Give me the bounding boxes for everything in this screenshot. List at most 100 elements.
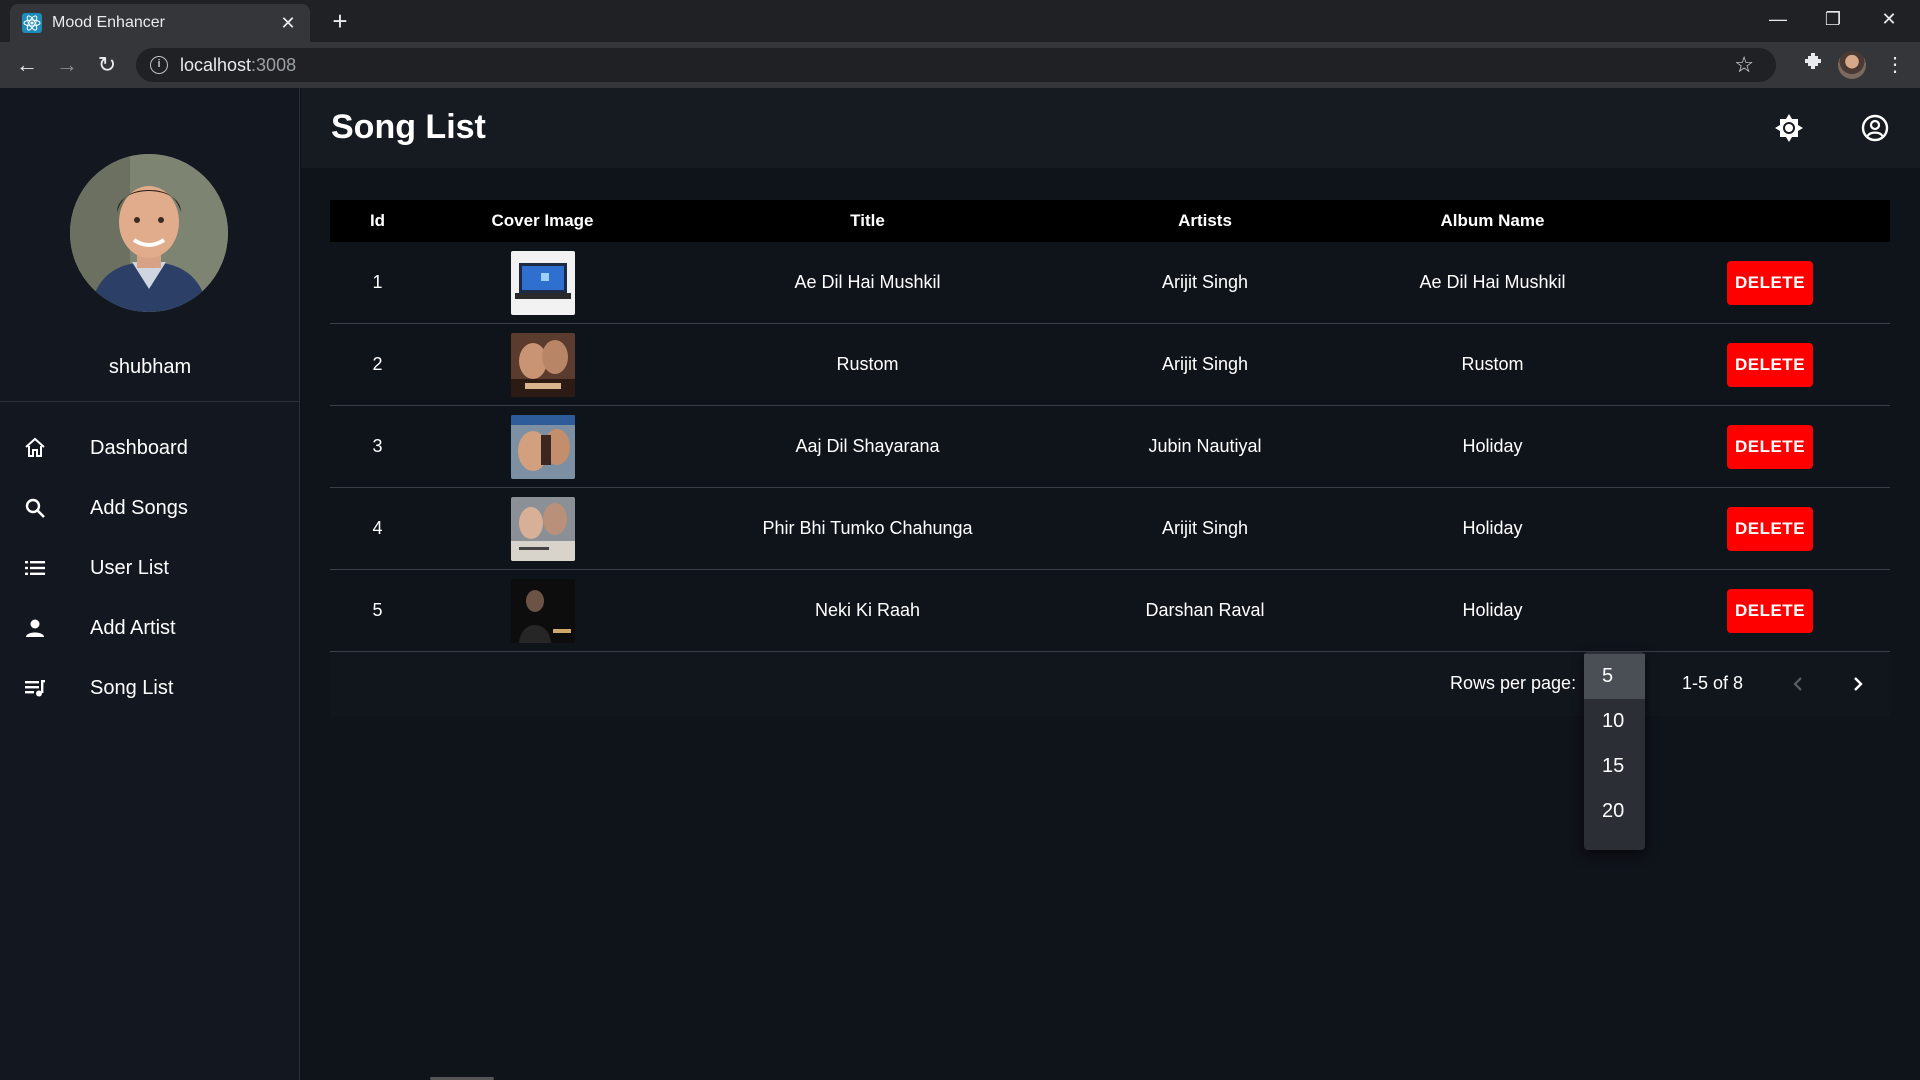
close-window-icon[interactable]: ✕ — [1869, 4, 1909, 34]
cover-image — [510, 332, 575, 397]
cell-title: Neki Ki Raah — [814, 600, 921, 620]
sidebar-item-label: User List — [90, 556, 169, 579]
cell-title: Ae Dil Hai Mushkil — [794, 272, 941, 292]
cell-id: 2 — [372, 354, 383, 374]
previous-page-icon[interactable] — [1782, 668, 1814, 700]
sidebar-item-label: Add Artist — [90, 616, 176, 639]
forward-icon[interactable]: → — [52, 50, 82, 80]
delete-button[interactable]: DELETE — [1727, 260, 1813, 305]
reload-icon[interactable]: ↻ — [92, 50, 122, 80]
sidebar: shubham Dashboard Add Songs User List Ad… — [0, 88, 300, 1080]
rows-per-page-option[interactable]: 20 — [1584, 789, 1645, 834]
cell-album: Ae Dil Hai Mushkil — [1419, 272, 1566, 292]
cell-album: Holiday — [1462, 600, 1523, 620]
table-pagination: Rows per page: 1-5 of 8 — [330, 652, 1890, 716]
cell-artists: Arijit Singh — [1161, 354, 1249, 374]
table-row: 5 Neki Ki Raah Darshan Raval Holiday DEL… — [330, 570, 1890, 652]
browser-tab-bar: Mood Enhancer ✕ + — ❐ ✕ — [0, 0, 1920, 42]
cell-cover — [425, 578, 660, 643]
table-row: 4 Phir Bhi Tumko Chahunga Arijit Singh H… — [330, 488, 1890, 570]
next-page-icon[interactable] — [1842, 668, 1874, 700]
info-icon[interactable]: i — [150, 56, 168, 74]
sidebar-item-add-artist[interactable]: Add Artist — [0, 598, 300, 658]
cover-image — [510, 250, 575, 315]
browser-tab[interactable]: Mood Enhancer ✕ — [10, 4, 310, 42]
cell-id: 4 — [372, 518, 383, 538]
browser-profile-avatar[interactable] — [1838, 51, 1866, 79]
profile-username: shubham — [108, 356, 192, 378]
browser-menu-icon[interactable]: ⋮ — [1880, 50, 1910, 80]
column-header-album[interactable]: Album Name — [1335, 211, 1650, 231]
cover-image — [510, 496, 575, 561]
cell-artists: Darshan Raval — [1145, 600, 1265, 620]
cell-album: Holiday — [1462, 436, 1523, 456]
cell-title: Rustom — [836, 354, 899, 374]
new-tab-icon[interactable]: + — [325, 6, 355, 36]
rows-per-page-option[interactable]: 10 — [1584, 699, 1645, 744]
rows-per-page-option[interactable]: 15 — [1584, 744, 1645, 789]
sidebar-item-user-list[interactable]: User List — [0, 538, 300, 598]
app-header: Song List — [301, 88, 1920, 168]
react-icon — [22, 13, 42, 33]
rows-per-page-option[interactable]: 5 — [1584, 654, 1645, 699]
delete-button[interactable]: DELETE — [1727, 506, 1813, 551]
minimize-icon[interactable]: — — [1758, 4, 1798, 34]
close-tab-icon[interactable]: ✕ — [278, 13, 298, 34]
cell-id: 1 — [372, 272, 383, 292]
queue-music-icon — [20, 673, 50, 703]
sidebar-item-label: Add Songs — [90, 496, 188, 519]
cell-cover — [425, 414, 660, 479]
table-header: Id Cover Image Title Artists Album Name — [330, 200, 1890, 242]
cover-image — [510, 578, 575, 643]
restore-icon[interactable]: ❐ — [1813, 4, 1853, 34]
tab-title: Mood Enhancer — [52, 14, 165, 31]
page-title: Song List — [331, 108, 486, 146]
url-host: localhost — [180, 54, 252, 75]
extensions-icon[interactable] — [1798, 50, 1828, 80]
theme-toggle-icon[interactable] — [1771, 110, 1807, 146]
sidebar-item-label: Dashboard — [90, 436, 188, 459]
cell-id: 3 — [372, 436, 383, 456]
column-header-title[interactable]: Title — [660, 211, 1075, 231]
delete-button[interactable]: DELETE — [1727, 342, 1813, 387]
sidebar-nav: Dashboard Add Songs User List Add Artist… — [0, 418, 300, 718]
cell-artists: Arijit Singh — [1161, 272, 1249, 292]
url-port: :3008 — [251, 54, 297, 75]
cell-action: DELETE — [1650, 424, 1890, 469]
cell-action: DELETE — [1650, 588, 1890, 633]
rows-per-page-menu: 5 10 15 20 — [1584, 652, 1645, 850]
account-circle-icon[interactable] — [1857, 110, 1893, 146]
cell-action: DELETE — [1650, 506, 1890, 551]
sidebar-item-song-list[interactable]: Song List — [0, 658, 300, 718]
page-range: 1-5 of 8 — [1682, 673, 1744, 693]
sidebar-item-dashboard[interactable]: Dashboard — [0, 418, 300, 478]
person-icon — [20, 613, 50, 643]
table-row: 3 Aaj Dil Shayarana Jubin Nautiyal Holid… — [330, 406, 1890, 488]
cell-artists: Jubin Nautiyal — [1148, 436, 1262, 456]
delete-button[interactable]: DELETE — [1727, 424, 1813, 469]
song-table: Id Cover Image Title Artists Album Name … — [330, 200, 1890, 652]
cell-album: Rustom — [1461, 354, 1524, 374]
bookmark-star-icon[interactable]: ☆ — [1734, 52, 1754, 78]
cell-id: 5 — [372, 600, 383, 620]
column-header-id[interactable]: Id — [330, 211, 425, 231]
column-header-cover[interactable]: Cover Image — [425, 211, 660, 231]
list-icon — [20, 553, 50, 583]
sidebar-item-label: Song List — [90, 676, 174, 699]
sidebar-item-add-songs[interactable]: Add Songs — [0, 478, 300, 538]
cell-cover — [425, 496, 660, 561]
delete-button[interactable]: DELETE — [1727, 588, 1813, 633]
cell-title: Phir Bhi Tumko Chahunga — [762, 518, 973, 538]
search-icon — [20, 493, 50, 523]
sidebar-divider — [0, 401, 300, 402]
column-header-artists[interactable]: Artists — [1075, 211, 1335, 231]
browser-toolbar: ← → ↻ i localhost:3008 ☆ ⋮ — [0, 42, 1920, 88]
address-bar[interactable]: i localhost:3008 ☆ — [136, 48, 1776, 82]
cover-image — [510, 414, 575, 479]
table-row: 1 Ae Dil Hai Mushkil Arijit Singh Ae Dil… — [330, 242, 1890, 324]
cell-cover — [425, 332, 660, 397]
cell-cover — [425, 250, 660, 315]
cell-album: Holiday — [1462, 518, 1523, 538]
back-icon[interactable]: ← — [12, 50, 42, 80]
home-icon — [20, 433, 50, 463]
